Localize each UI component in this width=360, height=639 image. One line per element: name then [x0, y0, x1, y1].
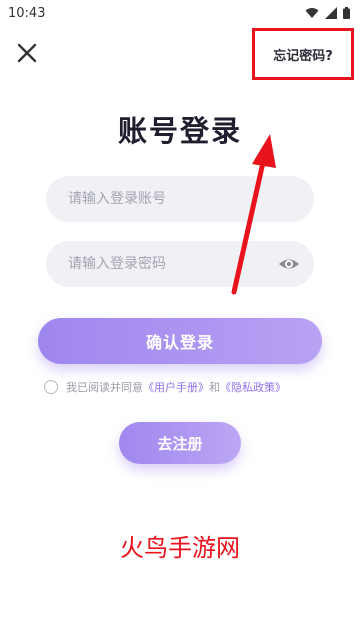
agreement-row: 我已阅读并同意 《用户手册》 和 《隐私政策》: [44, 379, 286, 395]
account-field-container: [46, 176, 314, 222]
login-button[interactable]: 确认登录: [38, 318, 322, 364]
close-icon: [17, 43, 37, 63]
agreement-checkbox[interactable]: [44, 380, 58, 394]
forgot-password-link[interactable]: 忘记密码?: [273, 45, 333, 64]
wifi-icon: [305, 8, 319, 18]
agreement-and: 和: [209, 381, 220, 394]
account-input[interactable]: [66, 190, 300, 208]
watermark: 火鸟手游网: [120, 534, 240, 562]
battery-icon: [343, 7, 350, 19]
status-icons: [305, 7, 350, 19]
password-field-container: [46, 241, 314, 287]
register-button[interactable]: 去注册: [119, 422, 241, 464]
close-button[interactable]: [12, 38, 42, 68]
eye-icon[interactable]: [278, 253, 300, 275]
signal-icon: [325, 7, 337, 19]
user-manual-link[interactable]: 《用户手册》: [143, 379, 209, 395]
forgot-password-highlight: 忘记密码?: [252, 28, 354, 80]
password-input[interactable]: [66, 255, 278, 273]
agreement-prefix: 我已阅读并同意: [66, 381, 143, 394]
page-title: 账号登录: [117, 114, 242, 148]
status-bar: 10:43: [0, 0, 360, 26]
privacy-policy-link[interactable]: 《隐私政策》: [220, 379, 286, 395]
status-time: 10:43: [8, 5, 46, 21]
